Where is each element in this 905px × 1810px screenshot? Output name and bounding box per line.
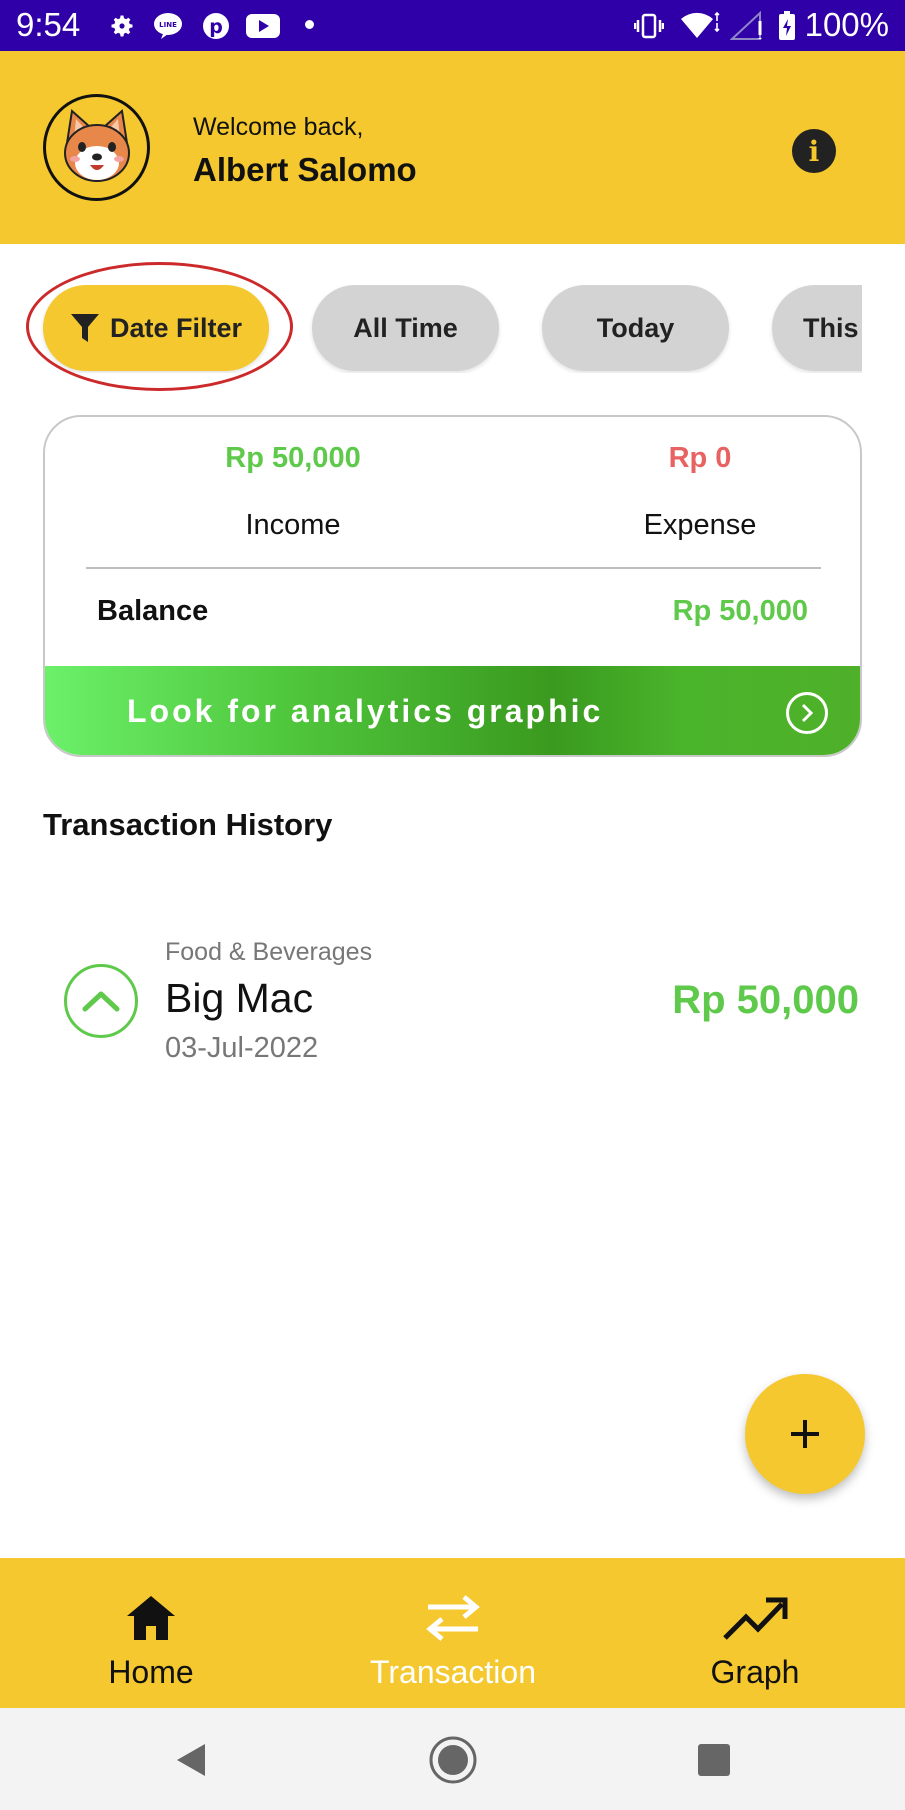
notification-dot-icon — [305, 20, 314, 29]
info-icon[interactable]: i — [792, 129, 836, 173]
plus-icon — [791, 1420, 819, 1448]
home-circle-icon[interactable] — [428, 1735, 478, 1785]
analytics-label: Look for analytics graphic — [127, 693, 604, 729]
nav-graph-label: Graph — [710, 1654, 800, 1690]
date-filter-chips: Date Filter All Time Today This — [0, 285, 862, 373]
summary-divider — [86, 567, 821, 569]
date-filter-label: Date Filter — [109, 312, 243, 343]
transaction-category: Food & Beverages — [165, 938, 373, 966]
filter-today-label: Today — [596, 312, 675, 343]
analytics-button[interactable]: Look for analytics graphic — [45, 666, 860, 755]
recents-icon[interactable] — [692, 1738, 736, 1782]
username: Albert Salomo — [193, 151, 417, 188]
back-icon[interactable] — [168, 1738, 212, 1782]
wifi-icon — [680, 11, 720, 41]
status-time: 9:54 — [16, 6, 81, 43]
nav-home-label: Home — [108, 1654, 194, 1690]
income-arrow-up-icon — [64, 964, 138, 1038]
nav-transaction[interactable]: Transaction — [302, 1558, 604, 1708]
swap-arrows-icon — [424, 1588, 482, 1648]
battery-icon — [775, 11, 799, 41]
expense-amount: Rp 0 — [668, 442, 732, 474]
expense-label: Expense — [643, 509, 757, 541]
battery-percentage: 100% — [804, 6, 889, 43]
filter-all-time-label: All Time — [353, 312, 458, 343]
transaction-history-title: Transaction History — [43, 807, 333, 842]
pinterest-icon: p — [201, 11, 231, 41]
svg-text:p: p — [209, 16, 223, 38]
transaction-date: 03-Jul-2022 — [165, 1032, 319, 1064]
chevron-right-icon — [786, 692, 828, 734]
summary-card: Rp 50,000 Rp 0 Income Expense Balance Rp… — [43, 415, 862, 757]
income-label: Income — [245, 509, 341, 541]
filter-this-label: This — [803, 312, 859, 343]
date-filter-button[interactable]: Date Filter — [43, 285, 269, 371]
shiba-avatar-icon — [63, 108, 130, 182]
nav-home[interactable]: Home — [0, 1558, 302, 1708]
app-header: Welcome back, Albert Salomo i — [0, 51, 905, 244]
signal-icon — [730, 11, 766, 41]
avatar[interactable] — [43, 94, 150, 201]
home-icon — [125, 1588, 177, 1648]
nav-transaction-label: Transaction — [370, 1654, 536, 1690]
system-navigation-bar — [0, 1708, 905, 1810]
vibrate-icon — [634, 11, 664, 41]
youtube-icon — [246, 11, 280, 41]
nav-graph[interactable]: Graph — [604, 1558, 905, 1708]
line-icon: LINE — [153, 11, 183, 41]
settings-icon — [107, 11, 137, 41]
transaction-row[interactable]: Food & Beverages Big Mac 03-Jul-2022 Rp … — [43, 930, 862, 1070]
transaction-name: Big Mac — [165, 975, 314, 1021]
add-transaction-button[interactable] — [745, 1374, 865, 1494]
income-amount: Rp 50,000 — [225, 442, 361, 474]
filter-all-time[interactable]: All Time — [312, 285, 499, 371]
status-bar: 9:54 LINE p 100% — [0, 0, 905, 51]
welcome-text: Welcome back, — [193, 113, 364, 141]
bottom-navigation: Home Transaction Graph — [0, 1558, 905, 1708]
svg-text:LINE: LINE — [159, 21, 177, 29]
filter-today[interactable]: Today — [542, 285, 729, 371]
filter-this-partial[interactable]: This — [772, 285, 862, 371]
balance-label: Balance — [97, 595, 209, 627]
balance-value: Rp 50,000 — [672, 595, 808, 627]
filter-icon — [70, 312, 100, 344]
transaction-amount: Rp 50,000 — [672, 978, 859, 1022]
trending-up-icon — [722, 1588, 788, 1648]
